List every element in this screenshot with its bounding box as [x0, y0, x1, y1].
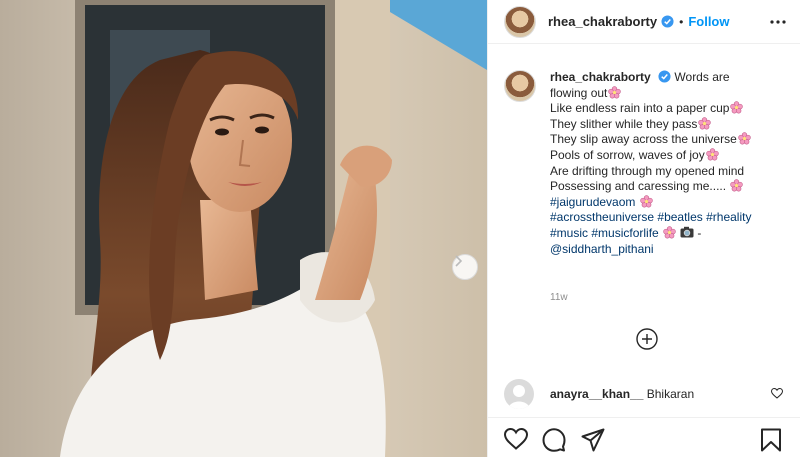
pink-flower-emoji [698, 117, 712, 130]
separator-dot: • [679, 14, 684, 29]
action-bar [488, 417, 800, 457]
post-timestamp[interactable]: 11w [550, 292, 568, 303]
load-more-comments-button[interactable] [636, 328, 658, 353]
caption-text: rhea_chakraborty Words are flowing out L… [550, 70, 789, 257]
pink-flower-emoji [706, 148, 719, 161]
like-button[interactable] [503, 427, 529, 452]
comment-button[interactable] [542, 428, 566, 452]
next-photo-button[interactable] [452, 254, 478, 280]
more-options-icon [770, 20, 786, 24]
post-header: rhea_chakraborty • Follow [488, 0, 800, 44]
more-options-button[interactable] [769, 13, 787, 31]
mention-link[interactable]: @siddharth_pithani [550, 242, 654, 256]
instagram-post: rhea_chakraborty • Follow rhea_chakrabor… [0, 0, 800, 457]
pink-flower-emoji [738, 132, 751, 145]
pink-flower-emoji [730, 101, 744, 114]
caption-line: Are drifting through my opened mind [550, 163, 745, 178]
commenter-avatar[interactable] [504, 379, 534, 409]
pink-flower-emoji [730, 179, 744, 192]
caption-line: They slip away across the universe [550, 132, 737, 147]
caption-line: Pools of sorrow, waves of joy [550, 147, 705, 162]
comment-row: anayra__khan__ Bhikaran [504, 378, 789, 410]
caption-line: They slither while they pass [550, 116, 698, 131]
comment-body: Bhikaran [646, 387, 695, 401]
post-sidebar: rhea_chakraborty • Follow rhea_chakrabor… [487, 0, 800, 457]
plus-circle-icon [636, 328, 658, 350]
default-avatar-icon [508, 385, 530, 409]
caption-line: Possessing and caressing me..... [550, 179, 727, 194]
caption-username[interactable]: rhea_chakraborty [550, 70, 651, 84]
hashtag-link[interactable]: #music #musicforlife [550, 226, 659, 240]
paper-plane-icon [581, 428, 605, 452]
heart-icon [770, 387, 784, 399]
author-username[interactable]: rhea_chakraborty [548, 14, 657, 29]
heart-icon [503, 427, 529, 450]
verified-badge-icon [661, 15, 674, 28]
post-photo[interactable] [0, 0, 487, 457]
verified-badge-icon [658, 70, 671, 83]
caption-line: - [697, 225, 702, 240]
camera-emoji [680, 226, 694, 238]
save-button[interactable] [760, 428, 784, 452]
author-info: rhea_chakraborty • Follow [548, 14, 730, 29]
pink-flower-emoji [608, 85, 622, 99]
share-button[interactable] [581, 428, 605, 452]
hashtag-link[interactable]: #acrosstheuniverse #beatles #rheality [550, 210, 751, 224]
comment-icon [542, 428, 566, 452]
chevron-right-icon [455, 255, 463, 267]
author-avatar[interactable] [504, 5, 536, 38]
caption-line: Words are [674, 70, 730, 84]
hashtag-link[interactable]: #jaigurudevaom [550, 195, 635, 209]
portrait-image [0, 0, 487, 457]
commenter-username[interactable]: anayra__khan__ [550, 387, 643, 401]
caption-line: Like endless rain into a paper cup [550, 101, 730, 116]
bookmark-icon [761, 428, 781, 452]
caption-block: rhea_chakraborty Words are flowing out L… [504, 70, 789, 257]
caption-line: flowing out [550, 85, 608, 100]
comment-text: anayra__khan__ Bhikaran [550, 387, 694, 401]
comment-like-button[interactable] [770, 387, 784, 402]
pink-flower-emoji [640, 195, 653, 208]
pink-flower-emoji [663, 226, 676, 239]
follow-button[interactable]: Follow [688, 14, 729, 29]
caption-avatar[interactable] [504, 70, 536, 102]
